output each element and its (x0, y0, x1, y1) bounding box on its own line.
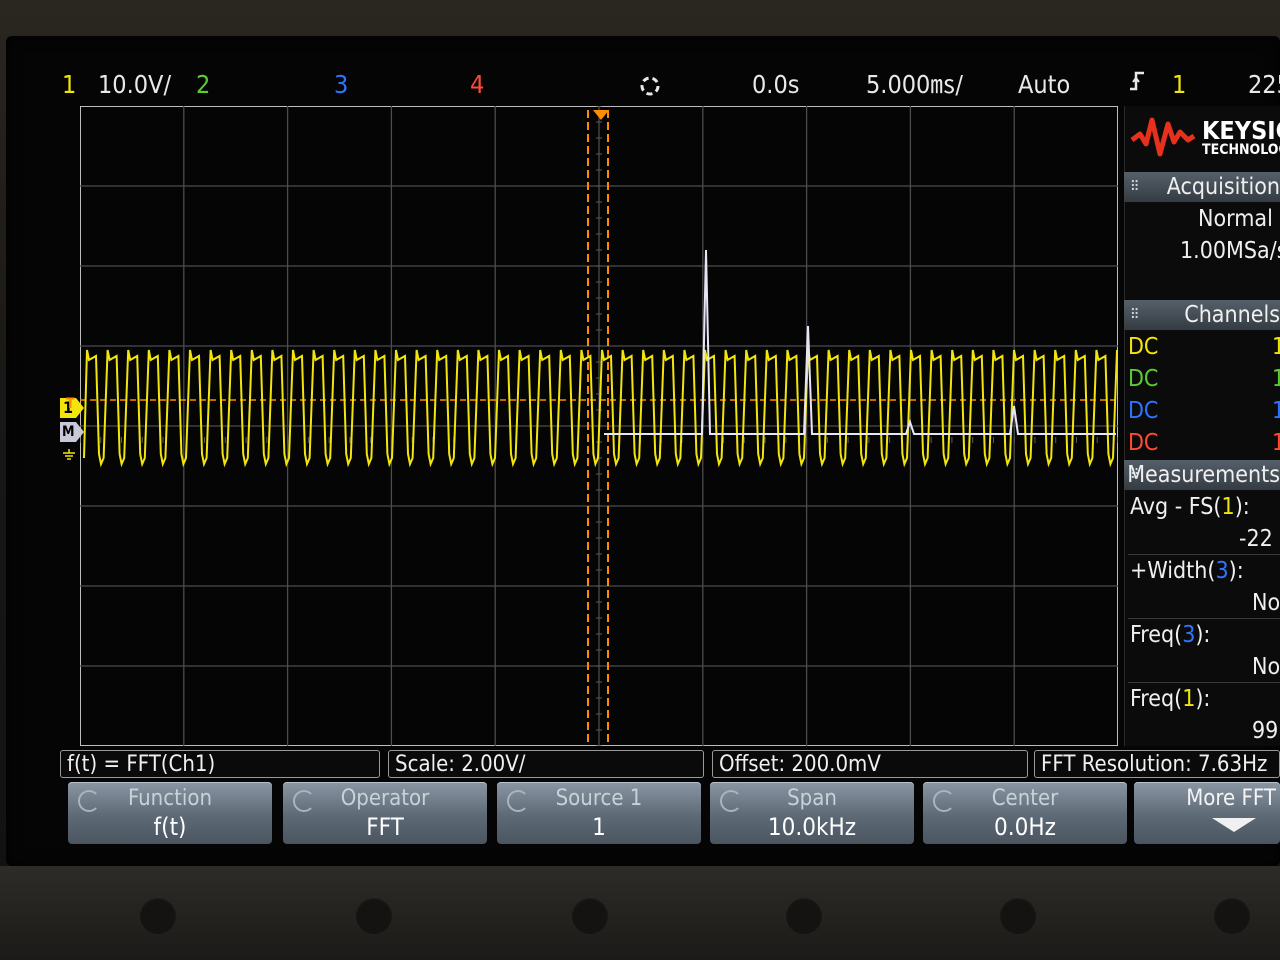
measurement-label: Freq(1): (1130, 684, 1210, 714)
delay-readout: 0.0s (752, 70, 800, 99)
measurement-label: Avg - FS(1): (1130, 492, 1250, 522)
acquisition-header[interactable]: ⠿ Acquisition (1124, 172, 1280, 202)
brand-logo: KEYSIGHT TECHNOLOGIES (1130, 110, 1280, 166)
channel-3-coupling[interactable]: DC (1128, 396, 1158, 426)
front-panel (0, 866, 1280, 960)
measurement-suffix: ): (1234, 494, 1250, 520)
math-function-readout: f(t) = FFT(Ch1) (60, 750, 380, 778)
softkey-button-2[interactable] (356, 898, 392, 934)
softkey-label: Source 1 (555, 786, 643, 811)
channel-1-coupling[interactable]: DC (1128, 332, 1158, 362)
measurement-suffix: ): (1195, 686, 1211, 712)
fft-resolution-readout: FFT Resolution: 7.63Hz (1034, 750, 1280, 778)
softkey-function[interactable]: Function f(t) (68, 782, 272, 844)
trigger-mode: Auto (1018, 70, 1071, 99)
measurement-label: +Width(3): (1130, 556, 1244, 586)
channel-2-coupling[interactable]: DC (1128, 364, 1158, 394)
measurement-value: No (1252, 590, 1280, 616)
trigger-source: 1 (1172, 70, 1187, 99)
channels-header[interactable]: ⠿ Channels (1124, 300, 1280, 330)
softkey-label: Span (787, 786, 837, 811)
softkey-source-1[interactable]: Source 11 (497, 782, 701, 844)
softkey-value: f(t) (153, 813, 187, 841)
measurement-name: Freq( (1130, 622, 1183, 648)
softkey-button-4[interactable] (786, 898, 822, 934)
softkey-value: 0.0Hz (994, 813, 1056, 841)
ch1-scale: 10.0V/ (98, 70, 172, 99)
softkey-label: More FFT (1186, 786, 1276, 811)
softkey-label: Function (127, 786, 213, 811)
measurement-name: +Width( (1130, 558, 1216, 584)
measurement-source: 1 (1182, 686, 1196, 712)
channel-4-coupling[interactable]: DC (1128, 428, 1158, 458)
ch3-indicator[interactable]: 3 (334, 68, 348, 102)
measurement-suffix: ): (1228, 558, 1244, 584)
keysight-wave-icon (1130, 117, 1196, 157)
softkey-value: FFT (366, 813, 404, 841)
measurement-suffix: ): (1195, 622, 1211, 648)
ch1-indicator[interactable]: 1 (62, 68, 76, 102)
measurement-source: 3 (1182, 622, 1196, 648)
measurement-divider (1128, 554, 1280, 555)
ch2-indicator[interactable]: 2 (196, 68, 210, 102)
softkey-button-3[interactable] (572, 898, 608, 934)
math-offset-readout: Offset: 200.0mV (712, 750, 1028, 778)
measurements-header[interactable]: ⠿ Measurements (1124, 460, 1280, 490)
ch4-indicator[interactable]: 4 (470, 68, 484, 102)
measurement-name: Avg - FS( (1130, 494, 1222, 520)
channel-2-value: 1 (1272, 366, 1280, 392)
run-mode-icon (636, 72, 664, 106)
measurement-source: 3 (1215, 558, 1229, 584)
softkey-button-6[interactable] (1214, 898, 1250, 934)
measurement-source: 1 (1221, 494, 1235, 520)
softkey-operator[interactable]: Operator FFT (283, 782, 487, 844)
measurement-value: -22 (1239, 526, 1273, 552)
softkey-button-1[interactable] (140, 898, 176, 934)
trigger-level: 225 (1248, 70, 1280, 99)
measurement-divider (1128, 682, 1280, 683)
softkey-button-5[interactable] (1000, 898, 1036, 934)
softkey-span[interactable]: Span 10.0kHz (710, 782, 914, 844)
ground-icon (62, 446, 76, 465)
side-panel (1124, 106, 1280, 746)
softkey-label: Operator (340, 786, 430, 811)
timebase-readout: 5.000㎳/ (866, 70, 963, 99)
measurement-label: Freq(3): (1130, 620, 1210, 650)
trigger-level-marker[interactable]: T (66, 396, 75, 412)
softkey-value: 10.0kHz (767, 813, 857, 841)
trigger-edge-icon (1128, 68, 1146, 102)
channel-3-value: 1 (1272, 398, 1280, 424)
channel-4-value: 1 (1272, 430, 1280, 456)
measurement-name: Freq( (1130, 686, 1183, 712)
softkey-more-fft[interactable]: More FFT (1134, 782, 1280, 844)
measurement-divider (1128, 618, 1280, 619)
measurement-value: 99 (1252, 718, 1279, 744)
softkey-label: Center (991, 786, 1059, 811)
softkey-center[interactable]: Center 0.0Hz (923, 782, 1127, 844)
math-scale-readout: Scale: 2.00V/ (388, 750, 704, 778)
channel-1-value: 1 (1272, 334, 1280, 360)
acquisition-mode: Normal (1198, 206, 1273, 232)
measurement-value: No (1252, 654, 1280, 680)
more-down-arrow-icon (1212, 818, 1256, 832)
softkey-value: 1 (592, 813, 606, 841)
math-ground-marker[interactable]: M (60, 420, 84, 444)
waveform-display[interactable] (80, 106, 1118, 746)
sample-rate: 1.00MSa/s (1180, 238, 1280, 264)
